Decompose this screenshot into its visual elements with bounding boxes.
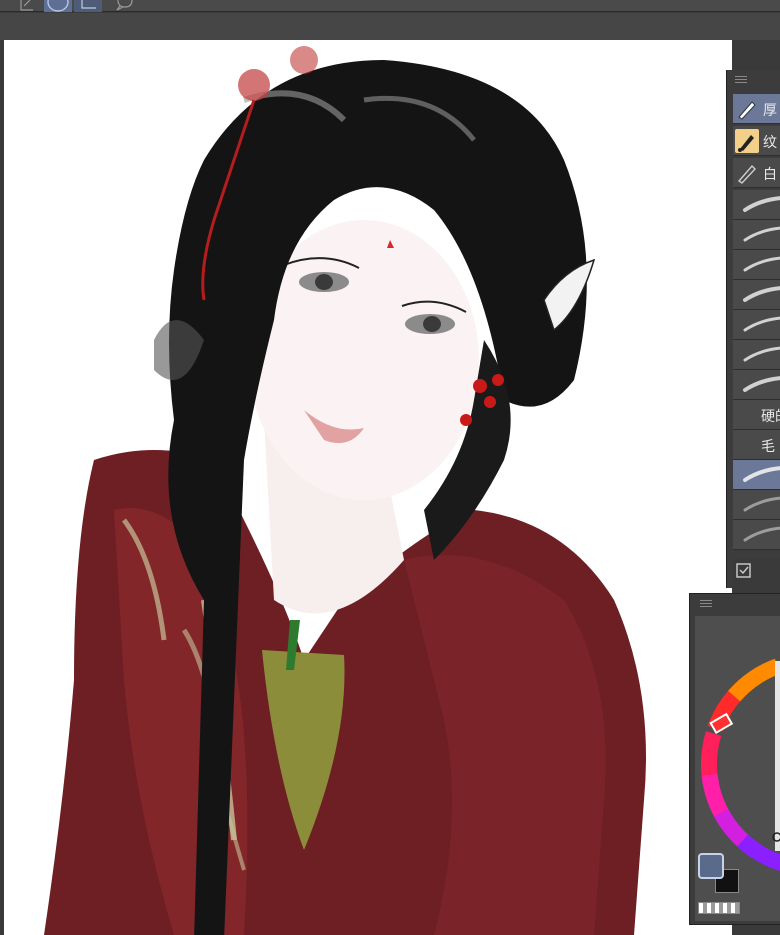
- brush-preset-5[interactable]: [733, 340, 780, 370]
- rect-select-icon[interactable]: [74, 0, 102, 12]
- main-color-swatch[interactable]: [698, 853, 724, 879]
- brush-preset-11[interactable]: [733, 520, 780, 550]
- brush-stroke-preview-icon: [743, 346, 780, 362]
- drawing-canvas[interactable]: [4, 40, 732, 935]
- brush-stroke-path: [743, 286, 780, 302]
- speech-bubble-icon[interactable]: [112, 0, 136, 12]
- pen-outline-icon: [735, 161, 759, 185]
- brush-stroke-path: [743, 466, 780, 482]
- brush-group-label: 白: [763, 167, 777, 183]
- brush-preset-label: 毛: [761, 439, 775, 455]
- brush-stroke-path: [743, 316, 780, 332]
- brush-stroke-path: [743, 196, 780, 212]
- sub-tool-panel: 厚 纹 白 硬的毛: [726, 70, 780, 588]
- panel-menu-icon[interactable]: [735, 76, 747, 84]
- brush-stroke-path: [743, 346, 780, 362]
- brush-preset-1[interactable]: [733, 220, 780, 250]
- brush-group-0[interactable]: 厚: [733, 94, 780, 124]
- illustration: [44, 46, 646, 935]
- brush-tip-icon: [735, 129, 759, 153]
- brush-stroke-path: [743, 256, 780, 272]
- brush-group-label: 纹: [763, 135, 777, 151]
- brush-stroke-preview-icon: [743, 316, 780, 332]
- brush-stroke-preview-icon: [743, 466, 780, 482]
- saturation-box[interactable]: [775, 661, 780, 851]
- brush-stroke-preview-icon: [743, 496, 780, 512]
- brush-stroke-path: [743, 526, 780, 542]
- top-toolbar: [0, 0, 780, 12]
- brush-preset-8[interactable]: 毛: [733, 430, 780, 460]
- color-wheel-panel: [689, 593, 780, 925]
- color-wheel-area: [695, 616, 780, 921]
- brush-preset-label: 硬的: [761, 409, 780, 425]
- brush-group-1[interactable]: 纹: [733, 126, 780, 156]
- transparent-color-swatch[interactable]: [698, 902, 740, 914]
- brush-stroke-path: [743, 226, 780, 242]
- lasso-rect-icon[interactable]: [18, 0, 36, 12]
- panel-menu-icon[interactable]: [700, 600, 712, 608]
- brush-stroke-preview-icon: [743, 196, 780, 212]
- panel-footer: [733, 558, 780, 588]
- brush-stroke-path: [743, 496, 780, 512]
- settings-checkbox-icon[interactable]: [735, 562, 755, 582]
- brush-stroke-path: [743, 376, 780, 392]
- brush-preset-10[interactable]: [733, 490, 780, 520]
- pen-icon: [735, 97, 759, 121]
- brush-stroke-preview-icon: [743, 376, 780, 392]
- brush-group-label: 厚: [763, 103, 777, 119]
- brush-stroke-preview-icon: [743, 526, 780, 542]
- brush-preset-7[interactable]: 硬的: [733, 400, 780, 430]
- canvas-tab-bar: [0, 13, 780, 40]
- brush-stroke-preview-icon: [743, 256, 780, 272]
- ellipse-select-icon[interactable]: [44, 0, 72, 12]
- brush-preset-9[interactable]: [733, 460, 780, 490]
- brush-preset-0[interactable]: [733, 190, 780, 220]
- brush-preset-2[interactable]: [733, 250, 780, 280]
- brush-preset-6[interactable]: [733, 370, 780, 400]
- brush-preset-3[interactable]: [733, 280, 780, 310]
- brush-stroke-preview-icon: [743, 226, 780, 242]
- brush-group-2[interactable]: 白: [733, 158, 780, 188]
- brush-preset-4[interactable]: [733, 310, 780, 340]
- brush-stroke-preview-icon: [743, 286, 780, 302]
